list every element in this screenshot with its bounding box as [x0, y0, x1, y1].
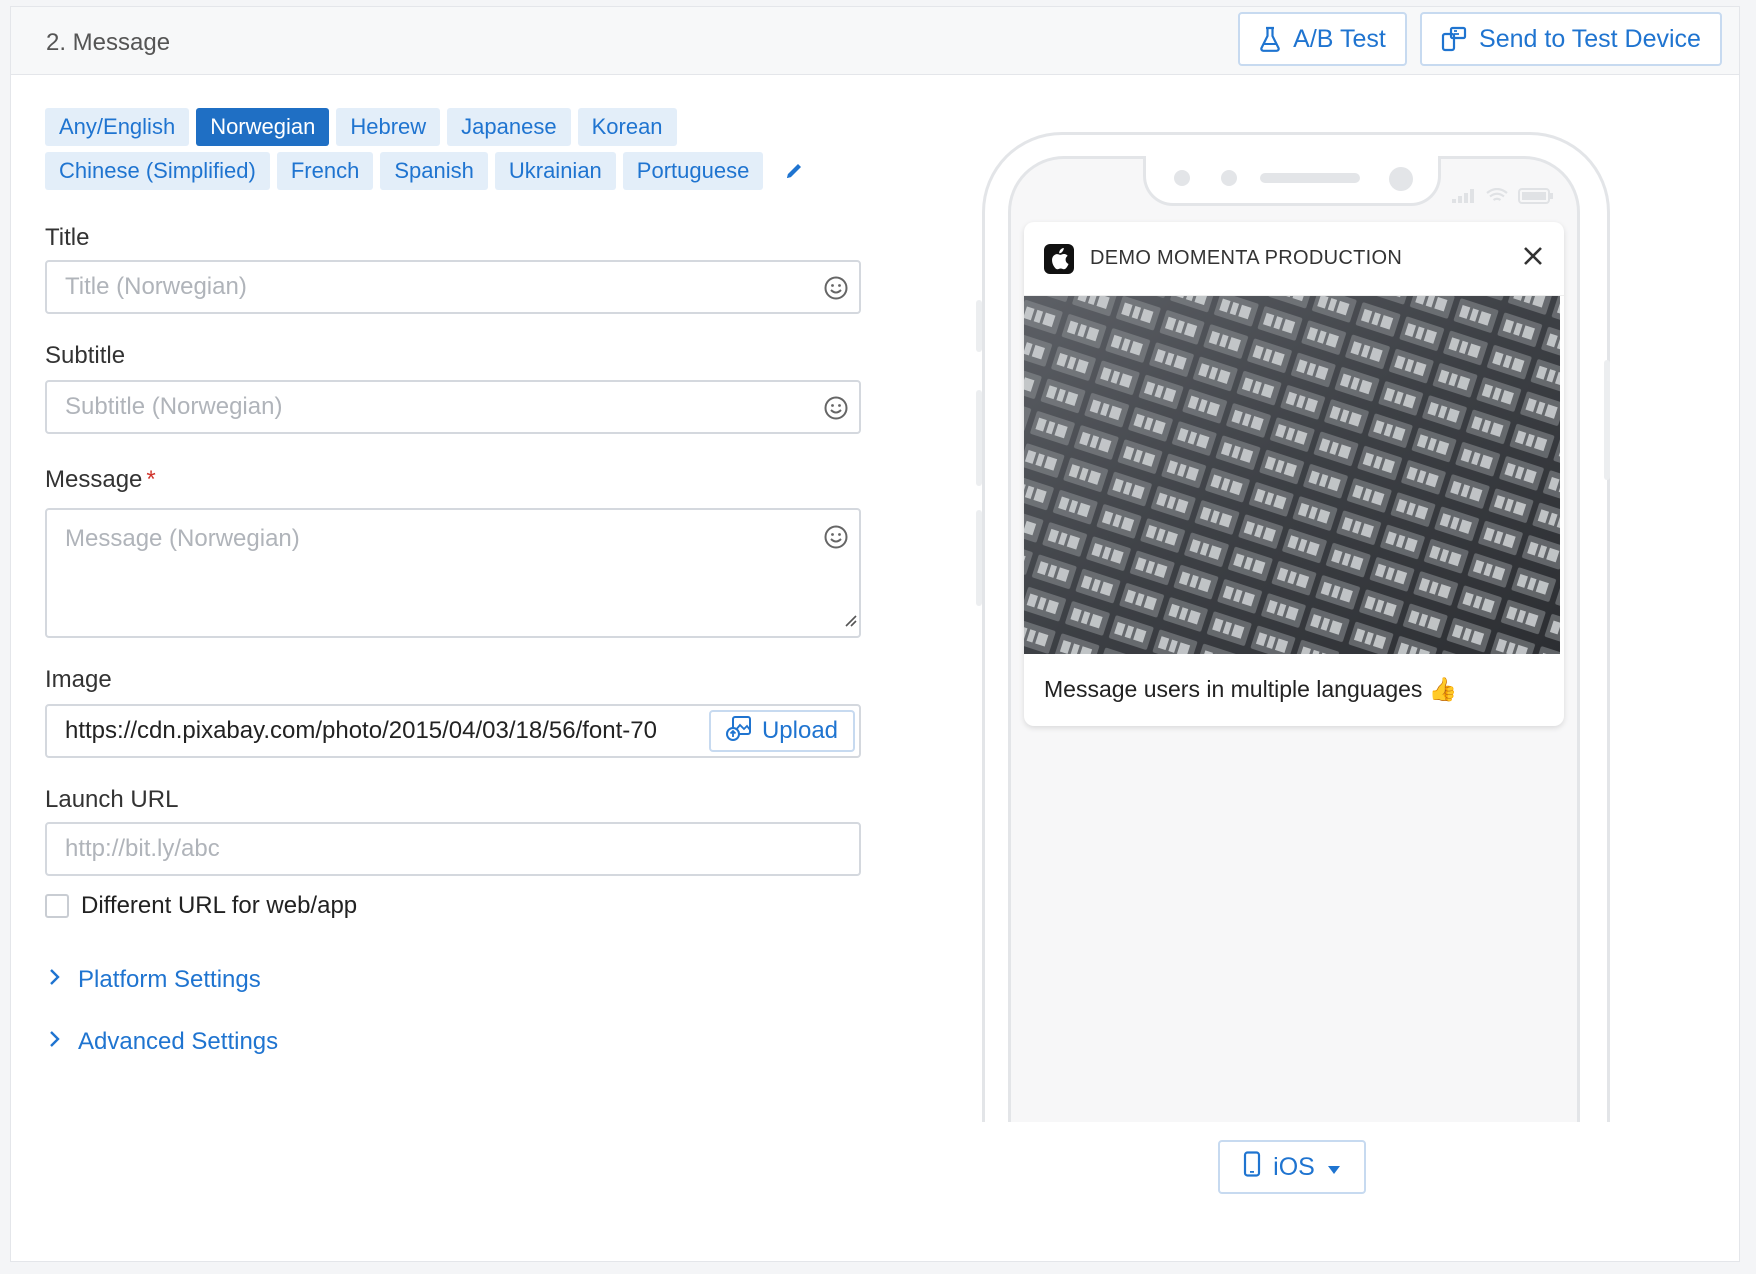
resize-handle-icon[interactable] — [841, 606, 857, 634]
advanced-settings-label: Advanced Settings — [78, 1028, 279, 1055]
send-to-test-device-label: Send to Test Device — [1479, 24, 1701, 53]
speaker-grille — [1260, 173, 1360, 183]
upload-button[interactable]: Upload — [709, 710, 855, 752]
send-to-test-device-button[interactable]: Send to Test Device — [1420, 12, 1722, 66]
phone-side-button — [1604, 360, 1610, 480]
chevron-right-icon — [48, 966, 62, 994]
title-placeholder: Title (Norwegian) — [65, 273, 247, 300]
language-selector: Any/English Norwegian Hebrew Japanese Ko… — [45, 108, 845, 196]
emoji-picker-icon[interactable] — [823, 524, 849, 557]
platform-dropdown[interactable]: iOS — [1218, 1140, 1366, 1194]
image-label: Image — [45, 666, 112, 693]
device-send-icon — [1441, 26, 1467, 52]
upload-label: Upload — [761, 717, 839, 744]
signal-icon — [1452, 189, 1476, 208]
title-label: Title — [45, 224, 90, 251]
advanced-settings-toggle[interactable]: Advanced Settings — [48, 1028, 278, 1056]
language-row-2: Chinese (Simplified) French Spanish Ukra… — [45, 152, 845, 190]
message-label: Message * — [45, 466, 156, 494]
ab-test-label: A/B Test — [1293, 24, 1386, 53]
language-chip-japanese[interactable]: Japanese — [447, 108, 571, 146]
message-label-text: Message — [45, 466, 143, 493]
platform-settings-label: Platform Settings — [78, 966, 261, 993]
message-textarea[interactable]: Message (Norwegian) — [45, 508, 861, 638]
status-bar — [1452, 187, 1554, 209]
language-chip-french[interactable]: French — [276, 152, 374, 190]
launch-url-label: Launch URL — [45, 786, 179, 813]
language-chip-norwegian[interactable]: Norwegian — [196, 108, 330, 146]
different-url-label: Different URL for web/app — [81, 892, 358, 919]
language-chip-portuguese[interactable]: Portuguese — [622, 152, 764, 190]
language-chip-spanish[interactable]: Spanish — [380, 152, 488, 190]
push-notification-preview: DEMO MOMENTA PRODUCTION Message users in… — [1024, 222, 1564, 726]
phone-side-button — [976, 510, 982, 606]
required-asterisk: * — [146, 466, 156, 493]
title-input[interactable]: Title (Norwegian) — [45, 260, 861, 314]
flask-icon — [1259, 26, 1281, 52]
edit-languages-pencil-icon[interactable] — [784, 161, 804, 181]
language-row-1: Any/English Norwegian Hebrew Japanese Ko… — [45, 108, 845, 146]
notification-image — [1024, 296, 1560, 654]
phone-side-button — [976, 300, 982, 352]
app-name: DEMO MOMENTA PRODUCTION — [1090, 247, 1403, 269]
image-upload-icon — [725, 715, 752, 748]
subtitle-input[interactable]: Subtitle (Norwegian) — [45, 380, 861, 434]
phone-side-button — [976, 390, 982, 486]
language-chip-hebrew[interactable]: Hebrew — [336, 108, 441, 146]
launch-url-placeholder: http://bit.ly/abc — [65, 835, 220, 862]
subtitle-placeholder: Subtitle (Norwegian) — [65, 393, 283, 420]
language-chip-korean[interactable]: Korean — [577, 108, 677, 146]
mobile-phone-icon — [1243, 1150, 1261, 1184]
image-url-value: https://cdn.pixabay.com/photo/2015/04/03… — [65, 717, 657, 744]
sensor-dot — [1348, 173, 1358, 183]
language-chip-ukrainian[interactable]: Ukrainian — [494, 152, 616, 190]
ab-test-button[interactable]: A/B Test — [1238, 12, 1407, 66]
wifi-icon — [1486, 187, 1508, 209]
emoji-picker-icon[interactable] — [823, 395, 849, 428]
chevron-right-icon — [48, 1028, 62, 1056]
emoji-picker-icon[interactable] — [823, 275, 849, 308]
different-url-checkbox[interactable] — [45, 894, 69, 918]
panel-title: 2. Message — [46, 29, 171, 56]
front-camera — [1389, 167, 1413, 191]
image-url-input[interactable]: https://cdn.pixabay.com/photo/2015/04/03… — [45, 704, 861, 758]
language-chip-any-english[interactable]: Any/English — [45, 108, 190, 146]
platform-label: iOS — [1273, 1152, 1315, 1181]
launch-url-input[interactable]: http://bit.ly/abc — [45, 822, 861, 876]
sensor-dot — [1221, 170, 1237, 186]
apple-app-icon — [1044, 243, 1074, 274]
message-placeholder: Message (Norwegian) — [65, 525, 300, 552]
sensor-dot — [1174, 170, 1190, 186]
close-icon[interactable] — [1522, 245, 1544, 272]
battery-icon — [1518, 188, 1554, 209]
different-url-checkbox-row[interactable]: Different URL for web/app — [45, 892, 357, 920]
notification-message: Message users in multiple languages 👍 — [1044, 676, 1458, 702]
subtitle-label: Subtitle — [45, 342, 126, 369]
platform-settings-toggle[interactable]: Platform Settings — [48, 966, 261, 994]
language-chip-chinese-simplified[interactable]: Chinese (Simplified) — [45, 152, 270, 190]
notification-header: DEMO MOMENTA PRODUCTION — [1024, 222, 1564, 296]
caret-down-icon — [1327, 1153, 1341, 1182]
